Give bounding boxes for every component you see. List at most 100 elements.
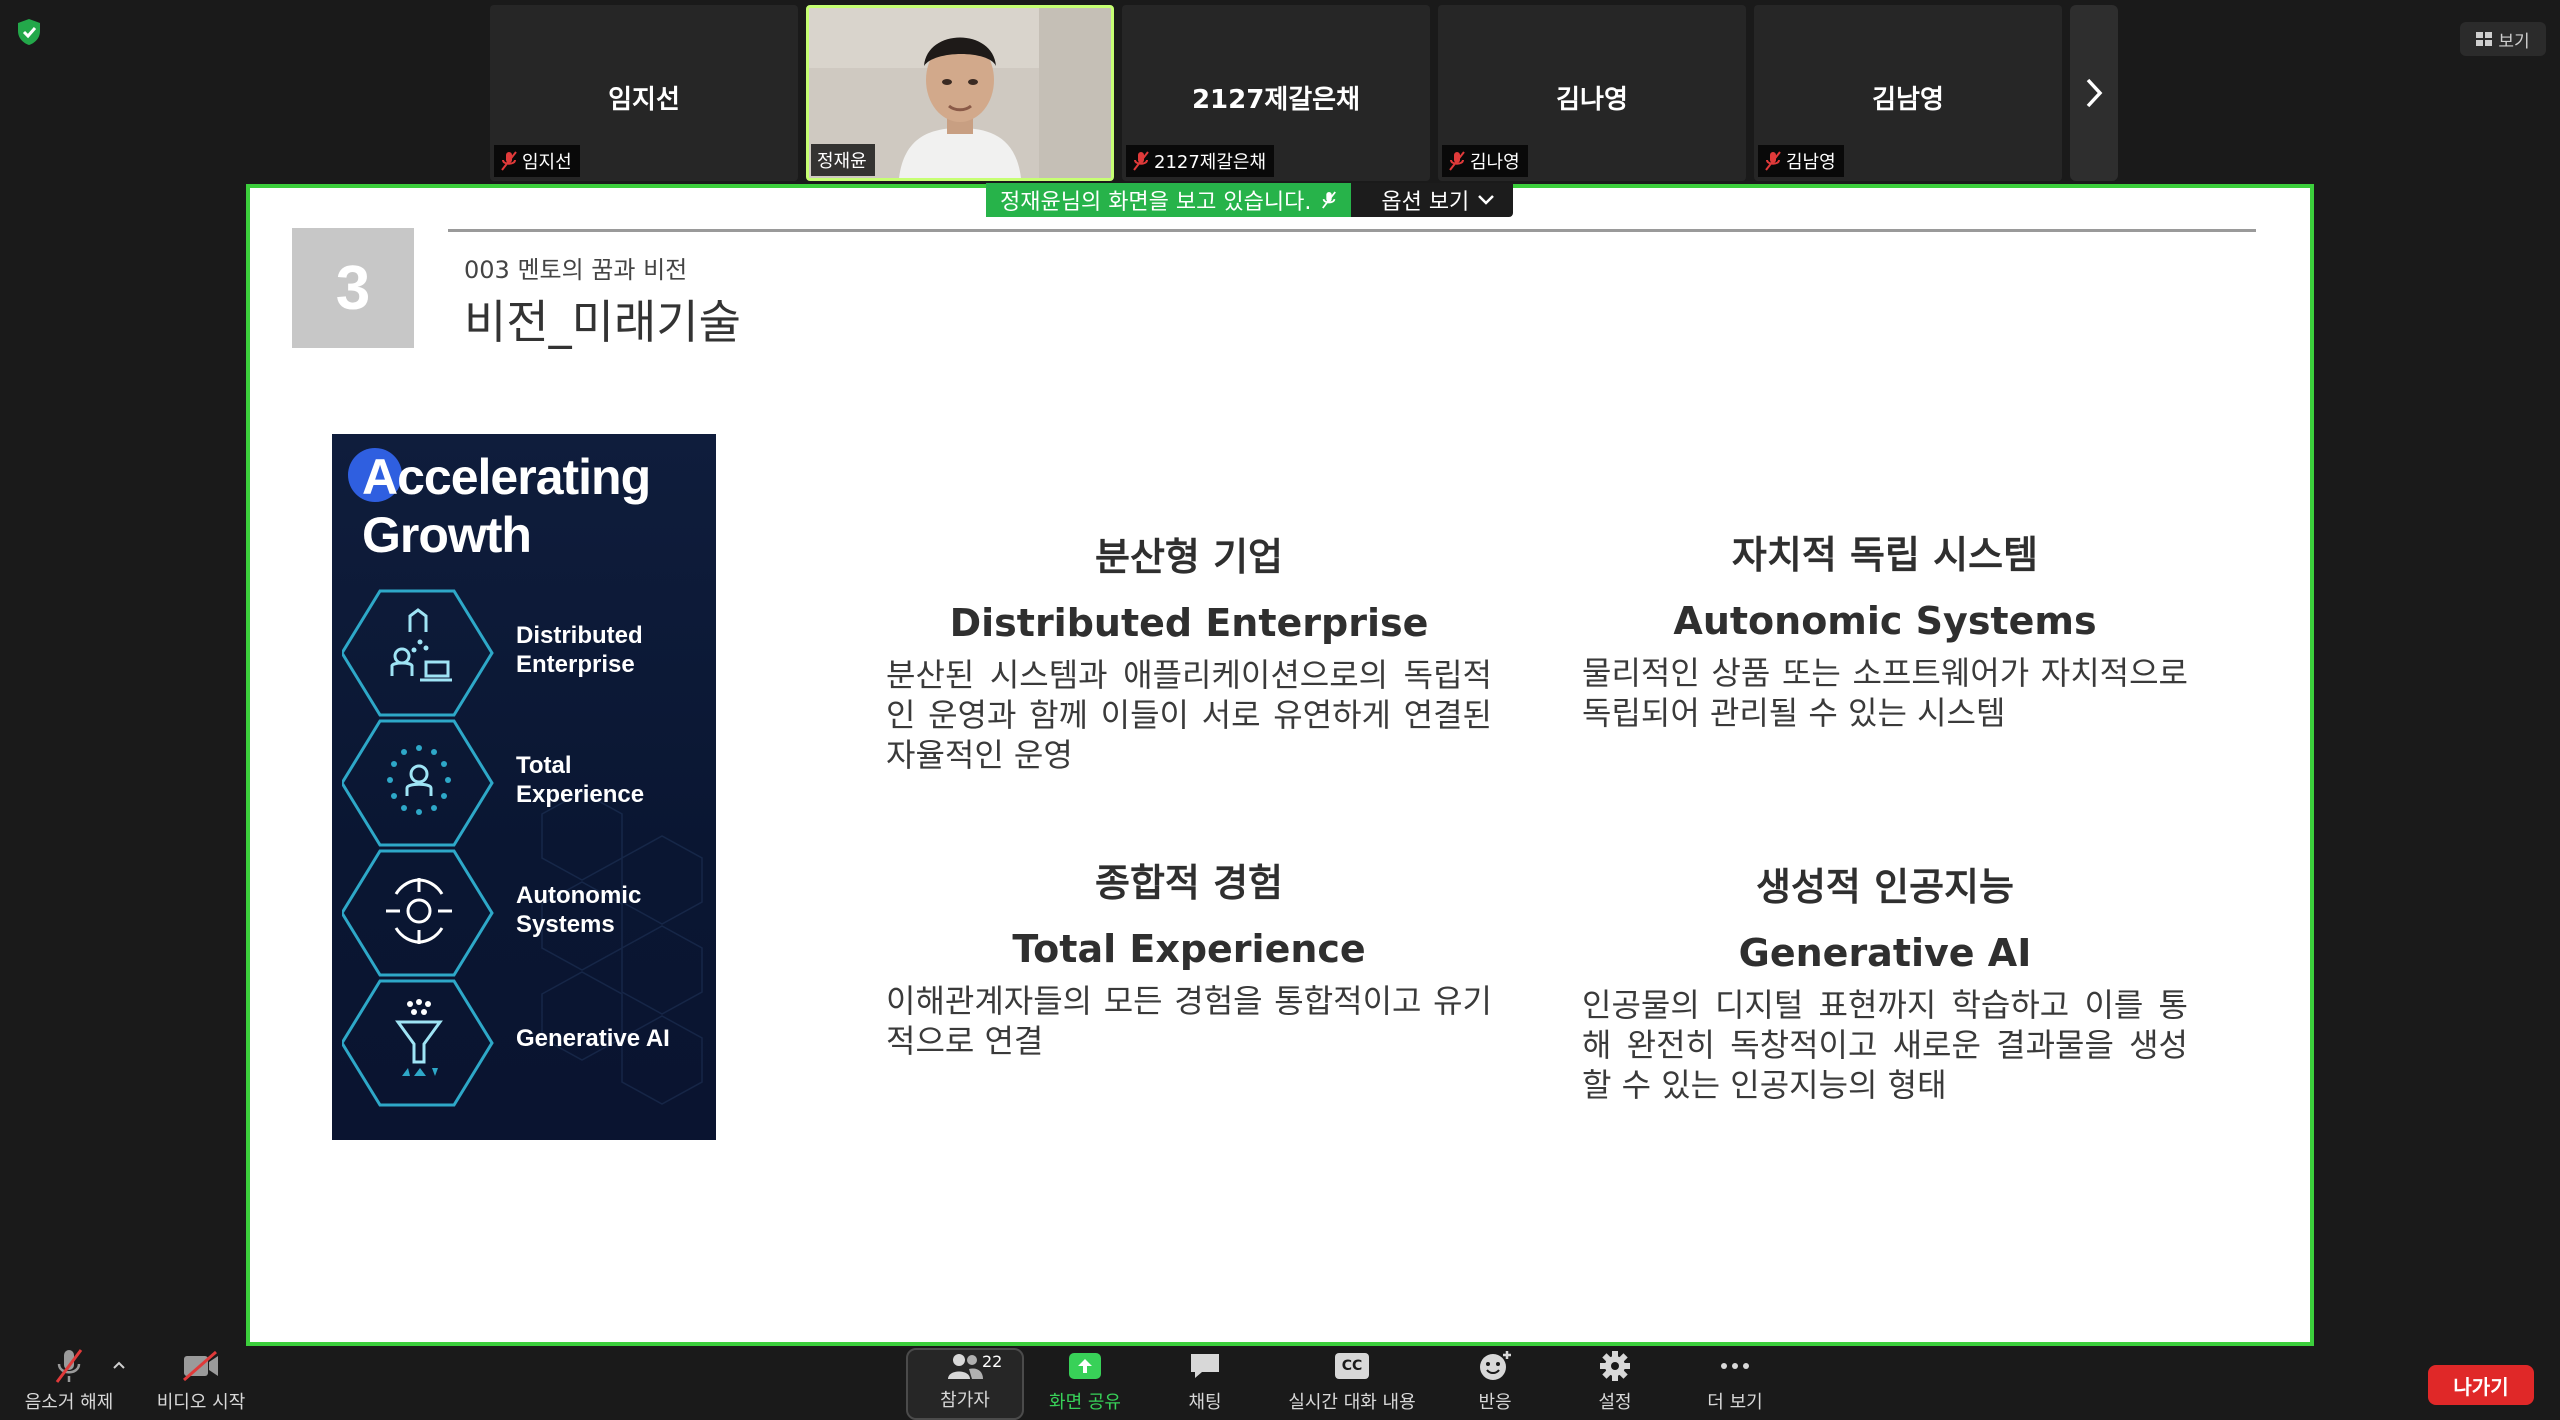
settings-button[interactable]: 설정 bbox=[1560, 1348, 1670, 1420]
poster-item-label-line1: Autonomic bbox=[516, 882, 642, 909]
participant-tag-name: 김나영 bbox=[1470, 152, 1520, 173]
participant-tag: 임지선 bbox=[494, 145, 580, 177]
topic-title-ko: 분산형 기업 bbox=[1094, 535, 1284, 579]
slide-subtitle: 003 멘토의 꿈과 비전 bbox=[464, 256, 688, 284]
poster-item: Distributed Enterprise bbox=[342, 588, 712, 717]
view-options-button[interactable]: 옵션 보기 bbox=[1351, 183, 1514, 217]
accelerating-growth-poster: Accelerating Growth Distributed Enterpri… bbox=[332, 434, 716, 1140]
topic-description: 물리적인 상품 또는 소프트웨어가 자치적으로 독립되어 관리될 수 있는 시스… bbox=[1582, 654, 2188, 732]
person-ring-icon bbox=[387, 745, 451, 815]
share-banner-text: 정재윤님의 화면을 보고 있습니다. bbox=[1000, 190, 1312, 215]
poster-item-label: Total Experience bbox=[516, 751, 644, 809]
topic-description: 인공물의 디지털 표현까지 학습하고 이를 통해 완전히 독창적이고 새로운 결… bbox=[1582, 986, 2188, 1104]
reactions-button[interactable]: 반응 bbox=[1440, 1348, 1550, 1420]
participant-tag: 김남영 bbox=[1758, 145, 1844, 177]
topic-title-en: Total Experience bbox=[1012, 927, 1366, 971]
participant-tag: 2127제갈은채 bbox=[1126, 145, 1275, 177]
topic-block: 분산형 기업 Distributed Enterprise 분산된 시스템과 애… bbox=[886, 526, 1492, 775]
share-screen-label: 화면 공유 bbox=[1049, 1392, 1121, 1413]
poster-headline-line2: Growth bbox=[362, 507, 532, 563]
participant-strip: 임지선 임지선 정재윤 2127제갈은채 2127제갈은채 김나영 김나영 김남… bbox=[490, 5, 2118, 181]
participant-tile[interactable]: 김남영 김남영 bbox=[1754, 5, 2062, 181]
live-transcript-label: 실시간 대화 내용 bbox=[1288, 1392, 1416, 1413]
cc-icon: CC bbox=[1335, 1353, 1369, 1379]
topic-title-ko: 생성적 인공지능 bbox=[1756, 865, 2014, 909]
meeting-window: 보기 임지선 임지선 정재윤 2127제갈은채 2127제갈은채 김나영 김나영… bbox=[0, 0, 2560, 1420]
mic-off-icon bbox=[1765, 151, 1781, 171]
share-screen-button[interactable]: 화면 공유 bbox=[1030, 1348, 1140, 1420]
mic-off-icon bbox=[501, 151, 517, 171]
participant-tile[interactable]: 임지선 임지선 bbox=[490, 5, 798, 181]
shield-icon[interactable] bbox=[16, 18, 42, 46]
poster-headline: Accelerating Growth bbox=[362, 448, 651, 564]
topic-block: 종합적 경험 Total Experience 이해관계자들의 모든 경험을 통… bbox=[886, 852, 1492, 1061]
participant-tag-name: 2127제갈은채 bbox=[1154, 152, 1267, 173]
participants-button[interactable]: 참가자 bbox=[906, 1348, 1024, 1420]
topic-title-en: Generative AI bbox=[1738, 931, 2032, 975]
topic-block: 생성적 인공지능 Generative AI 인공물의 디지털 표현까지 학습하… bbox=[1582, 856, 2188, 1105]
live-transcript-button[interactable]: CC 실시간 대화 내용 bbox=[1272, 1348, 1432, 1420]
more-label: 더 보기 bbox=[1707, 1392, 1763, 1413]
chat-label: 채팅 bbox=[1188, 1392, 1222, 1413]
slide-title: 비전_미래기술 bbox=[464, 295, 741, 349]
meeting-toolbar: 음소거 해제 비디오 시작 참가자 22 화면 공유 채팅 CC 실시간 대화 … bbox=[0, 1348, 2560, 1420]
participant-tag-name: 임지선 bbox=[522, 152, 572, 173]
poster-item-label: Autonomic Systems bbox=[516, 881, 641, 939]
leave-button[interactable]: 나가기 bbox=[2428, 1365, 2534, 1405]
view-button[interactable]: 보기 bbox=[2460, 22, 2546, 56]
more-dots-icon bbox=[1721, 1363, 1749, 1369]
video-off-icon bbox=[183, 1350, 218, 1382]
mic-off-icon bbox=[55, 1349, 83, 1383]
chevron-up-icon[interactable] bbox=[112, 1360, 126, 1370]
presentation-slide: 3 003 멘토의 꿈과 비전 비전_미래기술 Accelerating Gro… bbox=[250, 188, 2310, 1342]
funnel-icon bbox=[395, 999, 443, 1076]
poster-item-label-line1: Generative AI bbox=[516, 1025, 670, 1052]
poster-headline-line1: Accelerating bbox=[362, 449, 651, 505]
mic-off-icon bbox=[1133, 151, 1149, 171]
participants-icon bbox=[948, 1354, 983, 1379]
chat-button[interactable]: 채팅 bbox=[1150, 1348, 1260, 1420]
view-label: 보기 bbox=[2498, 31, 2530, 52]
participants-count: 22 bbox=[982, 1352, 1003, 1371]
participant-name: 임지선 bbox=[608, 85, 680, 115]
participant-tile[interactable]: 김나영 김나영 bbox=[1438, 5, 1746, 181]
participant-tile[interactable]: 2127제갈은채 2127제갈은채 bbox=[1122, 5, 1430, 181]
building-people-icon bbox=[390, 608, 452, 682]
participant-name: 김나영 bbox=[1556, 85, 1628, 115]
unmute-label: 음소거 해제 bbox=[24, 1392, 114, 1413]
unmute-button[interactable]: 음소거 해제 bbox=[14, 1348, 124, 1420]
mic-off-icon bbox=[1322, 191, 1337, 209]
participant-tag: 정재윤 bbox=[811, 144, 875, 176]
poster-item: Total Experience bbox=[342, 718, 712, 847]
chevron-right-icon bbox=[2086, 78, 2103, 108]
participants-label: 참가자 bbox=[940, 1390, 990, 1411]
poster-item-label-line1: Total bbox=[516, 752, 572, 779]
participant-name: 김남영 bbox=[1872, 85, 1944, 115]
topic-title-en: Autonomic Systems bbox=[1673, 599, 2097, 643]
start-video-button[interactable]: 비디오 시작 bbox=[146, 1348, 256, 1420]
topic-description: 분산된 시스템과 애플리케이션으로의 독립적인 운영과 함께 이들이 서로 유연… bbox=[886, 656, 1492, 774]
next-page-button[interactable] bbox=[2070, 5, 2118, 181]
share-banner: 정재윤님의 화면을 보고 있습니다. 옵션 보기 bbox=[986, 183, 1514, 217]
topic-title-ko: 종합적 경험 bbox=[1094, 861, 1284, 905]
poster-item: Autonomic Systems bbox=[342, 848, 712, 977]
section-number: 3 bbox=[292, 228, 414, 348]
poster-item-label: Generative AI bbox=[516, 1024, 670, 1053]
mic-off-icon bbox=[1449, 151, 1465, 171]
poster-item-label-line1: Distributed bbox=[516, 622, 643, 649]
participant-tag-name: 김남영 bbox=[1786, 152, 1836, 173]
poster-item-label-line2: Enterprise bbox=[516, 651, 635, 678]
participant-tag-name: 정재윤 bbox=[817, 151, 867, 172]
header-rule bbox=[448, 229, 2256, 232]
topic-title-en: Distributed Enterprise bbox=[949, 601, 1429, 645]
topic-block: 자치적 독립 시스템 Autonomic Systems 물리적인 상품 또는 … bbox=[1582, 524, 2188, 733]
participant-name: 2127제갈은채 bbox=[1191, 85, 1361, 115]
target-gear-icon bbox=[386, 878, 452, 944]
participant-video-tile[interactable]: 정재윤 bbox=[806, 5, 1114, 181]
start-video-label: 비디오 시작 bbox=[156, 1392, 246, 1413]
poster-item-label: Distributed Enterprise bbox=[516, 621, 643, 679]
poster-item-label-line2: Systems bbox=[516, 911, 615, 938]
more-button[interactable]: 더 보기 bbox=[1680, 1348, 1790, 1420]
settings-label: 설정 bbox=[1598, 1392, 1632, 1413]
reactions-label: 반응 bbox=[1478, 1392, 1512, 1413]
